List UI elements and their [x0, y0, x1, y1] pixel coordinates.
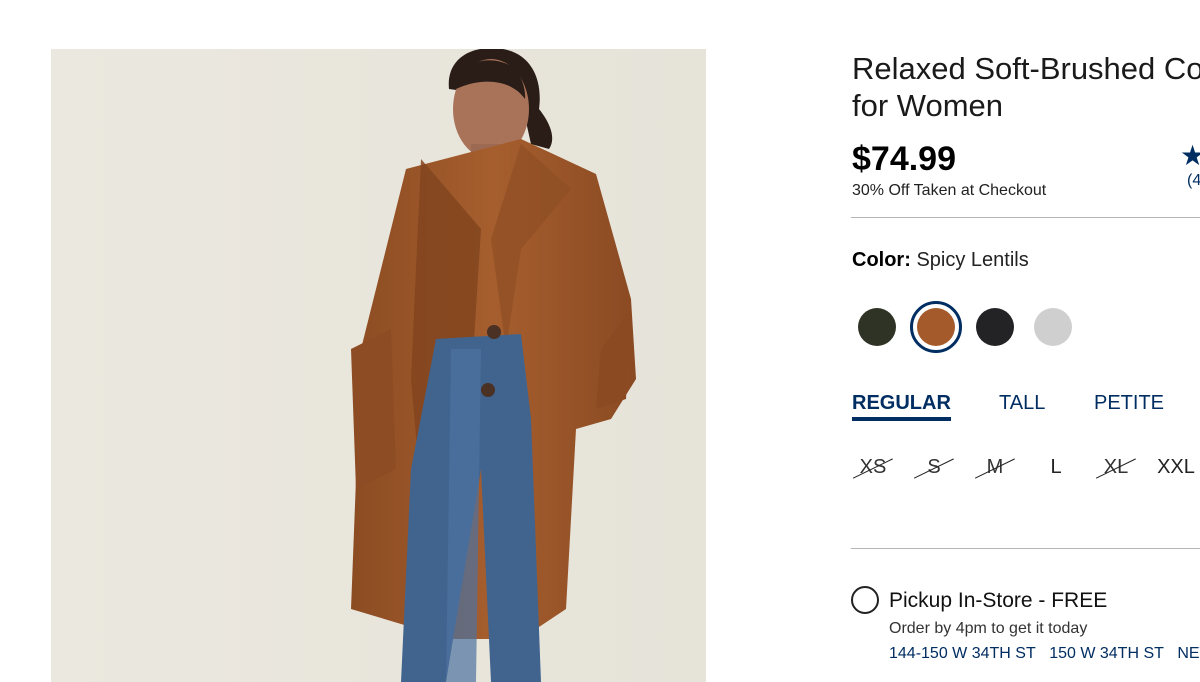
product-price: $74.99 — [852, 140, 956, 178]
size-xl[interactable]: XL — [1093, 456, 1139, 479]
pickup-subtitle: Order by 4pm to get it today — [889, 620, 1088, 637]
divider — [851, 548, 1200, 549]
pickup-radio[interactable] — [851, 586, 879, 614]
tab-regular[interactable]: REGULAR — [852, 392, 951, 421]
size-l[interactable]: L — [1033, 456, 1079, 479]
selected-color-name: Spicy Lentils — [916, 249, 1029, 271]
size-m[interactable]: M — [972, 456, 1018, 479]
pickup-stores: 144-150 W 34TH ST 150 W 34TH ST NEW — [889, 645, 1200, 663]
size-s[interactable]: S — [911, 456, 957, 479]
divider — [851, 217, 1200, 218]
color-label-key: Color: — [852, 249, 911, 271]
product-photo-illustration — [51, 49, 706, 682]
discount-note: 30% Off Taken at Checkout — [852, 182, 1047, 199]
size-l-label: L — [1050, 456, 1062, 478]
size-xs[interactable]: XS — [850, 456, 896, 479]
swatch-olive[interactable] — [858, 308, 896, 346]
store-link[interactable]: 150 W 34TH ST — [1049, 645, 1164, 662]
swatch-spicy-lentils[interactable] — [910, 301, 962, 353]
color-label: Color: Spicy Lentils — [852, 249, 1029, 272]
size-xxl[interactable]: XXL — [1153, 456, 1199, 479]
pickup-title[interactable]: Pickup In-Store - FREE — [889, 589, 1107, 613]
swatch-black[interactable] — [976, 308, 1014, 346]
review-count[interactable]: (4 — [1187, 172, 1200, 190]
store-link[interactable]: 144-150 W 34TH ST — [889, 645, 1036, 662]
product-image[interactable] — [51, 49, 706, 682]
swatch-spicy-lentils-fill — [917, 308, 955, 346]
store-link[interactable]: NEW — [1177, 645, 1200, 662]
size-xxl-label: XXL — [1157, 456, 1195, 478]
product-title: Relaxed Soft-Brushed Coat for Women — [852, 51, 1200, 123]
tab-petite[interactable]: PETITE — [1094, 392, 1164, 415]
star-icon: ★ — [1180, 140, 1200, 171]
swatch-heather-gray[interactable] — [1034, 308, 1072, 346]
tab-tall[interactable]: TALL — [999, 392, 1045, 415]
rating[interactable]: ★ (4 — [1180, 142, 1200, 190]
